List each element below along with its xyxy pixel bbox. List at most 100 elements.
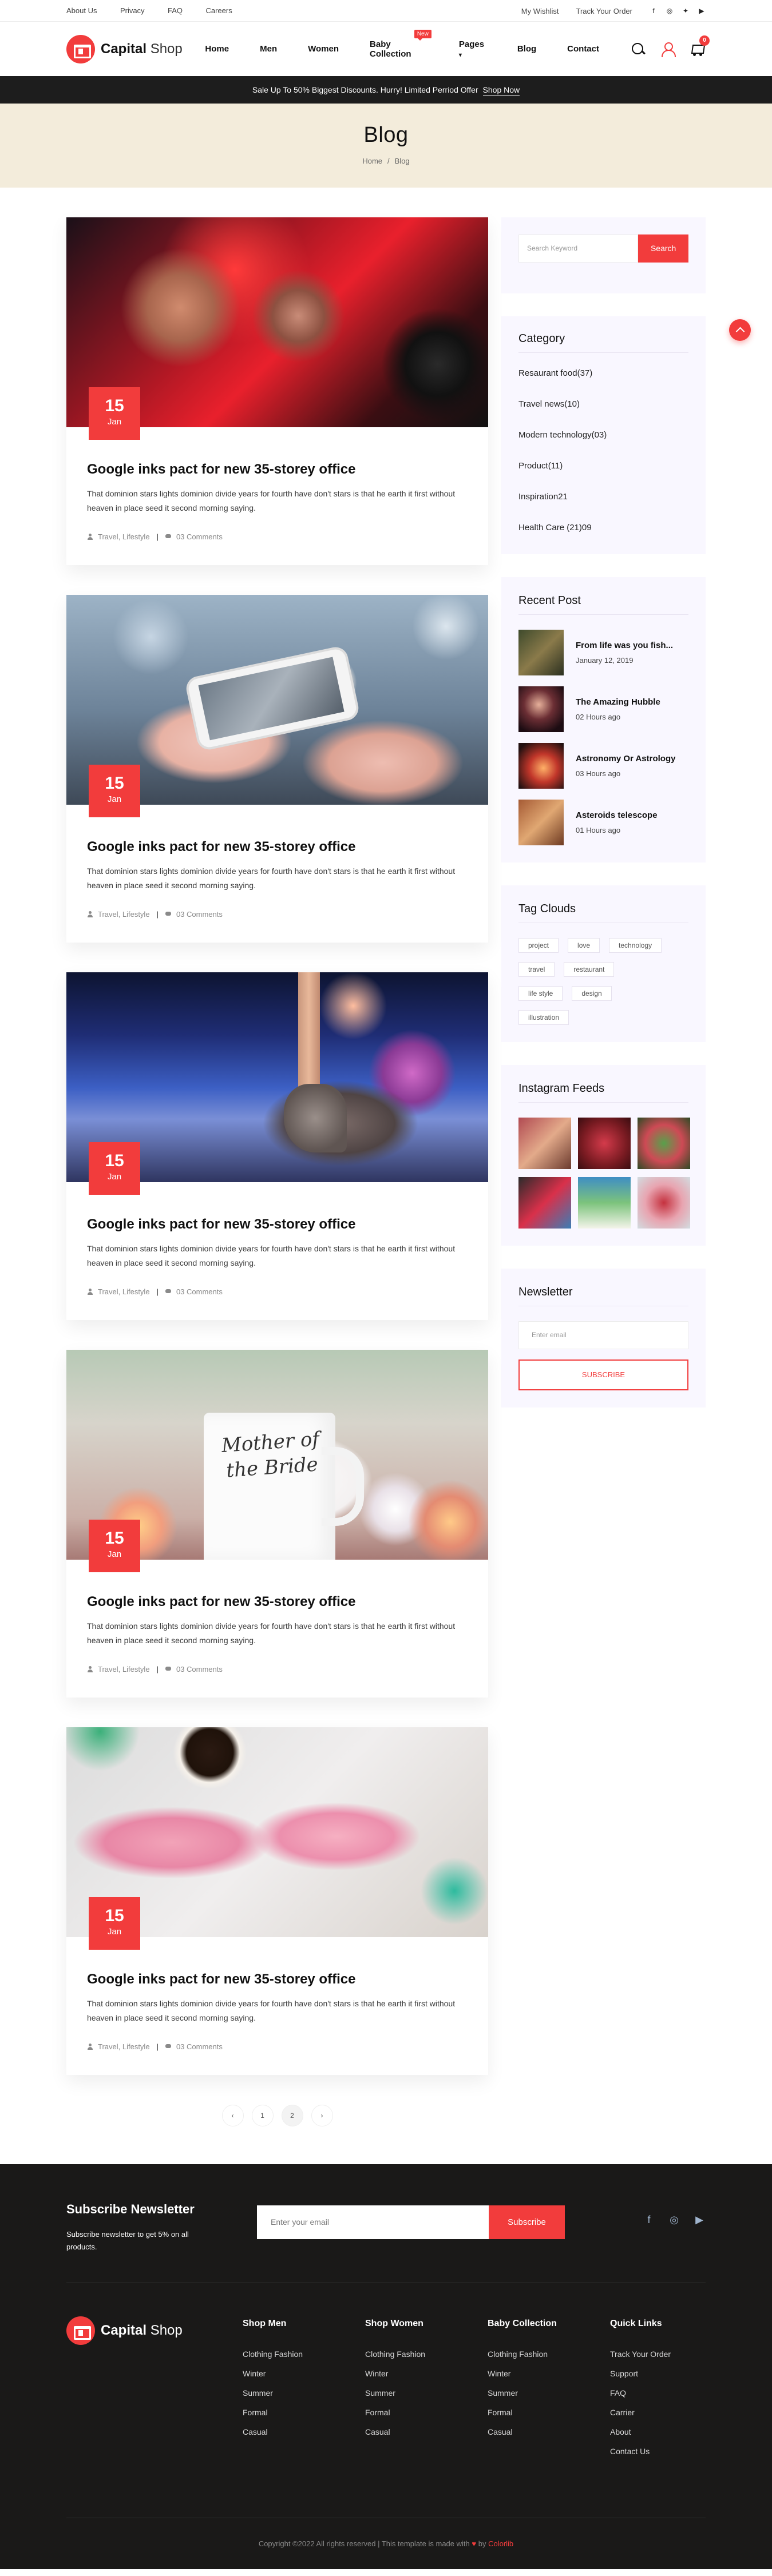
post-comments[interactable]: 03 Comments xyxy=(176,910,223,919)
footer-email-input[interactable]: Enter your email xyxy=(257,2205,489,2239)
nav-baby-collection[interactable]: Baby Collection New xyxy=(370,29,431,59)
recent-post-title[interactable]: Asteroids telescope xyxy=(576,810,658,820)
recent-post-item[interactable]: The Amazing Hubble 02 Hours ago xyxy=(518,686,688,732)
pagination-page-active[interactable]: 2 xyxy=(281,2105,303,2126)
post-title[interactable]: Google inks pact for new 35-storey offic… xyxy=(87,1971,468,1987)
footer-link[interactable]: Support xyxy=(610,2369,702,2378)
nav-pages[interactable]: Pages ▾ xyxy=(459,39,486,59)
user-icon[interactable] xyxy=(660,41,676,57)
nav-men[interactable]: Men xyxy=(260,44,277,54)
tag[interactable]: restaurant xyxy=(564,962,615,977)
recent-post-item[interactable]: From life was you fish... January 12, 201… xyxy=(518,630,688,675)
top-link-privacy[interactable]: Privacy xyxy=(120,6,145,15)
category-item[interactable]: Modern technology(03) xyxy=(518,430,688,441)
footer-link[interactable]: Clothing Fashion xyxy=(365,2350,488,2359)
footer-link[interactable]: Clothing Fashion xyxy=(488,2350,610,2359)
footer-link[interactable]: Formal xyxy=(365,2408,488,2417)
top-link-careers[interactable]: Careers xyxy=(205,6,232,15)
post-tags[interactable]: Travel, Lifestyle xyxy=(98,1287,150,1296)
instagram-icon[interactable]: ◎ xyxy=(668,2213,680,2226)
nav-contact[interactable]: Contact xyxy=(567,44,599,54)
shop-now-link[interactable]: Shop Now xyxy=(482,85,520,96)
tag[interactable]: life style xyxy=(518,986,563,1001)
footer-logo[interactable]: Capital Shop xyxy=(66,2316,243,2345)
tag[interactable]: illustration xyxy=(518,1010,569,1025)
instagram-icon[interactable]: ◎ xyxy=(666,7,674,15)
instagram-image[interactable] xyxy=(518,1118,571,1169)
post-title[interactable]: Google inks pact for new 35-storey offic… xyxy=(87,1217,468,1233)
footer-link[interactable]: Summer xyxy=(488,2388,610,2398)
recent-post-title[interactable]: The Amazing Hubble xyxy=(576,697,660,707)
post-title[interactable]: Google inks pact for new 35-storey offic… xyxy=(87,839,468,855)
post-tags[interactable]: Travel, Lifestyle xyxy=(98,910,150,919)
tag[interactable]: travel xyxy=(518,962,555,977)
pagination-next[interactable]: › xyxy=(311,2105,333,2126)
recent-post-title[interactable]: Astronomy Or Astrology xyxy=(576,754,675,764)
post-tags[interactable]: Travel, Lifestyle xyxy=(98,532,150,541)
youtube-icon[interactable]: ▶ xyxy=(698,7,706,15)
wishlist-link[interactable]: My Wishlist xyxy=(521,7,559,15)
cart-icon[interactable]: 0 xyxy=(690,35,710,57)
footer-link[interactable]: Winter xyxy=(243,2369,365,2378)
footer-link[interactable]: Formal xyxy=(488,2408,610,2417)
footer-subscribe-button[interactable]: Subscribe xyxy=(489,2205,565,2239)
footer-link[interactable]: About xyxy=(610,2427,702,2436)
breadcrumb-home[interactable]: Home xyxy=(362,157,382,165)
post-comments[interactable]: 03 Comments xyxy=(176,532,223,541)
logo[interactable]: Capital Shop xyxy=(66,34,206,63)
footer-link[interactable]: Summer xyxy=(243,2388,365,2398)
footer-link[interactable]: Summer xyxy=(365,2388,488,2398)
back-to-top-button[interactable] xyxy=(729,319,751,341)
post-title[interactable]: Google inks pact for new 35-storey offic… xyxy=(87,462,468,478)
category-item[interactable]: Health Care (21)09 xyxy=(518,522,688,534)
tag[interactable]: technology xyxy=(609,938,662,953)
category-item[interactable]: Inspiration21 xyxy=(518,491,688,503)
tag[interactable]: project xyxy=(518,938,559,953)
post-tags[interactable]: Travel, Lifestyle xyxy=(98,1665,150,1673)
search-icon[interactable] xyxy=(630,41,646,57)
post-tags[interactable]: Travel, Lifestyle xyxy=(98,2042,150,2051)
top-link-about[interactable]: About Us xyxy=(66,6,97,15)
pagination-prev[interactable]: ‹ xyxy=(221,2105,244,2126)
footer-link[interactable]: Clothing Fashion xyxy=(243,2350,365,2359)
nav-women[interactable]: Women xyxy=(308,44,339,54)
youtube-icon[interactable]: ▶ xyxy=(693,2213,706,2226)
newsletter-email-input[interactable]: Enter email xyxy=(518,1321,688,1349)
nav-home[interactable]: Home xyxy=(205,44,229,54)
post-comments[interactable]: 03 Comments xyxy=(176,1287,223,1296)
instagram-image[interactable] xyxy=(518,1177,571,1229)
post-comments[interactable]: 03 Comments xyxy=(176,2042,223,2051)
facebook-icon[interactable]: f xyxy=(643,2213,655,2226)
footer-link[interactable]: Winter xyxy=(365,2369,488,2378)
pagination-page[interactable]: 1 xyxy=(251,2105,274,2126)
recent-post-item[interactable]: Astronomy Or Astrology 03 Hours ago xyxy=(518,743,688,789)
instagram-image[interactable] xyxy=(638,1177,690,1229)
tag[interactable]: design xyxy=(572,986,612,1001)
category-item[interactable]: Product(11) xyxy=(518,460,688,472)
footer-link[interactable]: Carrier xyxy=(610,2408,702,2417)
search-input[interactable]: Search Keyword xyxy=(518,234,639,263)
category-item[interactable]: Travel news(10) xyxy=(518,399,688,410)
footer-link[interactable]: Formal xyxy=(243,2408,365,2417)
recent-post-title[interactable]: From life was you fish... xyxy=(576,641,673,650)
track-order-link[interactable]: Track Your Order xyxy=(576,7,632,15)
footer-link[interactable]: FAQ xyxy=(610,2388,702,2398)
instagram-image[interactable] xyxy=(578,1177,631,1229)
footer-link[interactable]: Casual xyxy=(488,2427,610,2436)
category-item[interactable]: Resaurant food(37) xyxy=(518,368,688,379)
instagram-image[interactable] xyxy=(638,1118,690,1169)
recent-post-item[interactable]: Asteroids telescope 01 Hours ago xyxy=(518,800,688,845)
post-comments[interactable]: 03 Comments xyxy=(176,1665,223,1673)
tag[interactable]: love xyxy=(568,938,600,953)
nav-blog[interactable]: Blog xyxy=(517,44,536,54)
instagram-image[interactable] xyxy=(578,1118,631,1169)
colorlib-link[interactable]: Colorlib xyxy=(488,2539,513,2548)
footer-link[interactable]: Winter xyxy=(488,2369,610,2378)
twitter-icon[interactable]: ✦ xyxy=(682,7,690,15)
search-button[interactable]: Search xyxy=(638,234,688,263)
footer-link[interactable]: Casual xyxy=(365,2427,488,2436)
top-link-faq[interactable]: FAQ xyxy=(168,6,183,15)
facebook-icon[interactable]: f xyxy=(650,7,658,15)
footer-link[interactable]: Track Your Order xyxy=(610,2350,702,2359)
newsletter-subscribe-button[interactable]: SUBSCRIBE xyxy=(518,1359,688,1390)
